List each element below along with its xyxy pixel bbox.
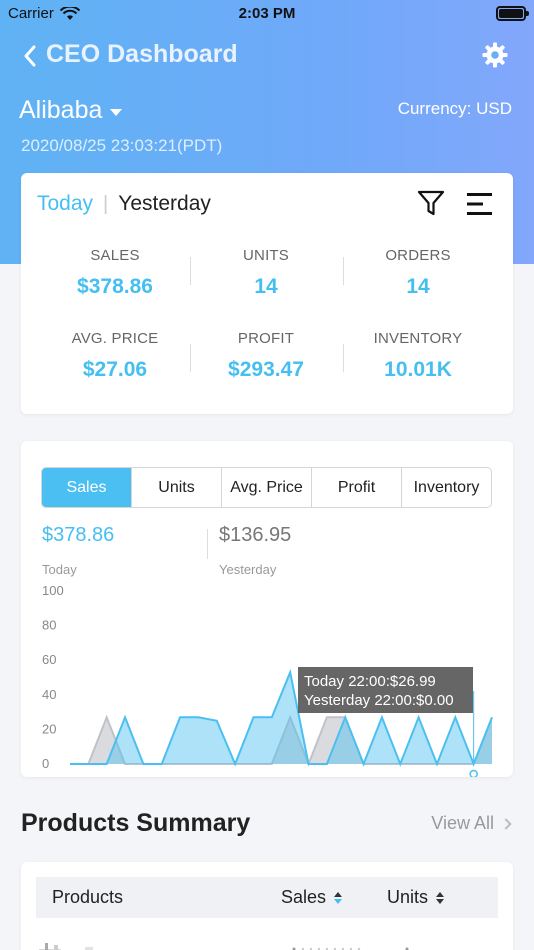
tooltip-yesterday: Yesterday 22:00:$0.00: [304, 692, 454, 709]
tooltip-point: [469, 769, 478, 777]
y-tick-label: 20: [42, 721, 56, 736]
divider: [190, 344, 191, 372]
metric-value: $293.47: [228, 358, 304, 381]
y-tick-label: 80: [42, 618, 56, 633]
timestamp: 2020/08/25 23:03:21(PDT): [21, 136, 223, 155]
metric-sales: SALES $378.86: [35, 247, 195, 299]
navigation-bar: CEO Dashboard: [0, 36, 534, 76]
y-tick-label: 0: [42, 756, 49, 771]
column-units-sort[interactable]: Units: [387, 887, 445, 908]
y-tick-label: 100: [42, 583, 64, 598]
company-selector[interactable]: Alibaba: [19, 96, 123, 125]
filter-icon[interactable]: [417, 189, 445, 217]
metric-value: $27.06: [82, 358, 148, 381]
trend-card: Sales Units Avg. Price Profit Inventory …: [21, 441, 513, 777]
column-sales-label: Sales: [281, 887, 327, 907]
yesterday-label: Yesterday: [219, 562, 277, 577]
y-tick-label: 60: [42, 652, 56, 667]
company-name: Alibaba: [19, 96, 103, 124]
yesterday-total: $136.95: [219, 524, 292, 546]
products-summary-title: Products Summary: [21, 809, 251, 837]
column-units-label: Units: [387, 887, 429, 907]
summary-card: Today | Yesterday SALES $378.86 UNITS 14…: [21, 173, 513, 414]
tooltip-today: Today 22:00:$26.99: [304, 673, 436, 690]
segment-inventory[interactable]: Inventory: [402, 468, 491, 507]
sales-trend-chart[interactable]: 0 20 40 60 80 100 Today 22:00:$26.99 Yesterday …: [21, 581, 513, 777]
product-thumbnail: [39, 943, 93, 950]
view-all-label: View All: [431, 813, 494, 833]
metric-label: INVENTORY: [373, 330, 463, 347]
products-card: Products Sales Units: [21, 862, 513, 950]
today-label: Today: [42, 562, 77, 577]
metric-label: UNITS: [243, 247, 289, 264]
segment-units[interactable]: Units: [132, 468, 222, 507]
gear-icon[interactable]: [482, 42, 508, 68]
menu-icon[interactable]: [466, 191, 493, 217]
metric-value: 14: [406, 275, 430, 298]
tab-yesterday[interactable]: Yesterday: [118, 192, 211, 216]
metric-value: 14: [254, 275, 278, 298]
segment-sales[interactable]: Sales: [42, 468, 132, 507]
sort-icon: [436, 891, 445, 904]
divider: [343, 257, 344, 285]
metric-profit: PROFIT $293.47: [186, 330, 346, 382]
day-tabs: Today | Yesterday: [37, 192, 211, 216]
y-tick-label: 40: [42, 687, 56, 702]
metric-orders: ORDERS 14: [338, 247, 498, 299]
column-sales-sort[interactable]: Sales: [281, 887, 343, 908]
metric-avg-price: AVG. PRICE $27.06: [35, 330, 195, 382]
row-partial-content: [292, 947, 409, 950]
chevron-right-icon: [500, 817, 512, 830]
metric-units: UNITS 14: [186, 247, 346, 299]
divider: [207, 529, 208, 559]
metric-label: ORDERS: [385, 247, 451, 264]
segment-profit[interactable]: Profit: [312, 468, 402, 507]
metric-value: 10.01K: [384, 358, 452, 381]
divider: [343, 344, 344, 372]
divider: [190, 257, 191, 285]
segment-avg-price[interactable]: Avg. Price: [222, 468, 312, 507]
column-products: Products: [52, 887, 124, 907]
metric-label: PROFIT: [237, 330, 295, 347]
metric-inventory: INVENTORY 10.01K: [338, 330, 498, 382]
status-bar: Carrier 2:03 PM: [0, 0, 534, 28]
view-all-link[interactable]: View All: [431, 813, 512, 834]
metric-segmented-control: Sales Units Avg. Price Profit Inventory: [41, 467, 492, 508]
battery-icon: [496, 6, 529, 21]
chevron-left-icon[interactable]: [20, 41, 40, 71]
status-time: 2:03 PM: [238, 5, 296, 22]
tab-separator: |: [103, 192, 109, 215]
caret-down-icon: [110, 108, 123, 116]
currency-label: Currency: USD: [397, 99, 512, 118]
metric-value: $378.86: [77, 275, 153, 298]
table-header: Products Sales Units: [36, 877, 498, 918]
page-title: CEO Dashboard: [46, 40, 238, 68]
today-total: $378.86: [42, 524, 115, 546]
metric-label: AVG. PRICE: [71, 330, 159, 347]
sort-icon: [334, 891, 343, 904]
metric-label: SALES: [90, 247, 140, 264]
tab-today[interactable]: Today: [37, 192, 93, 216]
